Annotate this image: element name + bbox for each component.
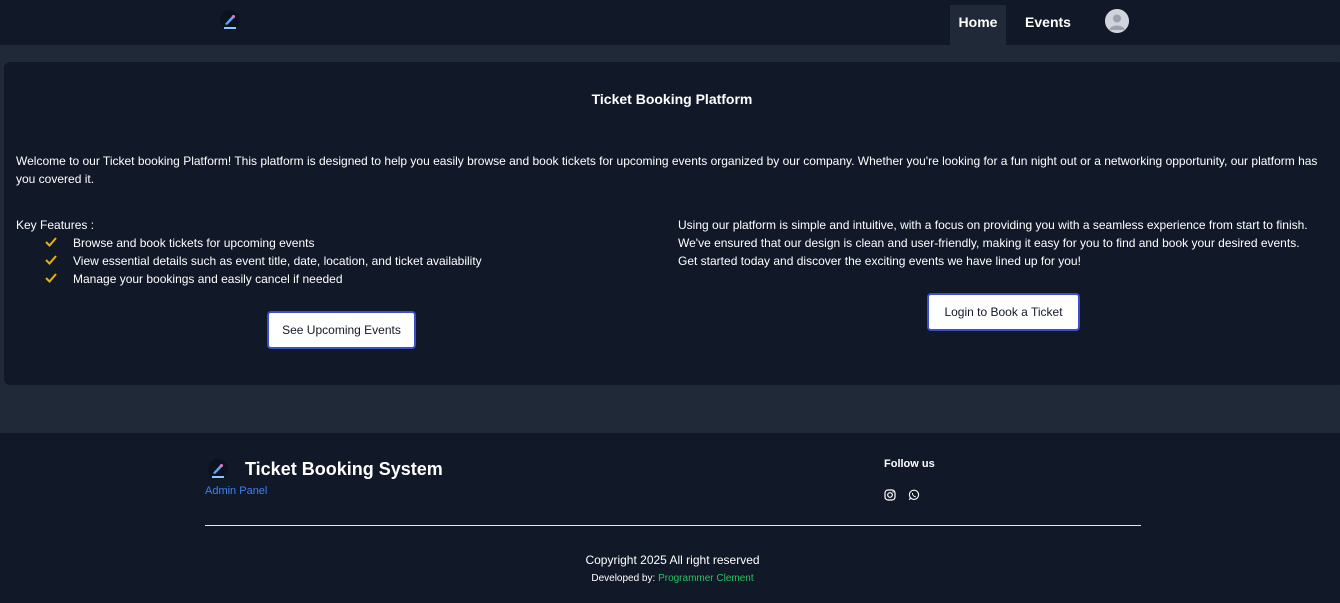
developed-by-label: Developed by: xyxy=(591,573,656,584)
rocket-logo-icon[interactable] xyxy=(219,9,241,31)
feature-item: Manage your bookings and easily cancel i… xyxy=(44,270,482,288)
hero-title: Ticket Booking Platform xyxy=(591,91,753,107)
platform-description: Using our platform is simple and intuiti… xyxy=(678,216,1328,270)
footer: Ticket Booking System Admin Panel Follow… xyxy=(0,433,1340,603)
check-icon xyxy=(45,237,57,247)
whatsapp-icon[interactable] xyxy=(908,489,920,501)
check-icon xyxy=(45,273,57,283)
instagram-icon[interactable] xyxy=(884,489,896,501)
nav-home-link[interactable]: Home xyxy=(950,5,1006,45)
check-icon xyxy=(45,255,57,265)
rocket-logo-icon xyxy=(208,459,228,479)
navbar: Home Events xyxy=(0,0,1340,45)
nav-events-link[interactable]: Events xyxy=(1020,5,1076,45)
footer-divider xyxy=(205,525,1141,526)
copyright-text: Copyright 2025 All right reserved xyxy=(585,553,760,567)
description-line: Get started today and discover the excit… xyxy=(678,254,1081,268)
description-line: Using our platform is simple and intuiti… xyxy=(678,218,1308,232)
features-label: Key Features : xyxy=(16,218,95,232)
user-avatar-icon[interactable] xyxy=(1105,9,1129,33)
description-line: We've ensured that our design is clean a… xyxy=(678,236,1300,250)
see-upcoming-events-button[interactable]: See Upcoming Events xyxy=(267,311,416,349)
feature-item: Browse and book tickets for upcoming eve… xyxy=(44,234,482,252)
hero-card: Ticket Booking Platform Welcome to our T… xyxy=(4,62,1340,385)
developer-name-link[interactable]: Programmer Clement xyxy=(658,573,754,584)
follow-us-label: Follow us xyxy=(884,458,935,470)
developer-credit: Developed by: Programmer Clement xyxy=(0,573,1340,584)
login-to-book-button[interactable]: Login to Book a Ticket xyxy=(927,293,1080,331)
footer-brand-title: Ticket Booking System xyxy=(245,459,443,479)
feature-text: Browse and book tickets for upcoming eve… xyxy=(73,236,315,250)
feature-text: Manage your bookings and easily cancel i… xyxy=(73,272,343,286)
feature-list: Browse and book tickets for upcoming eve… xyxy=(44,234,482,288)
feature-text: View essential details such as event tit… xyxy=(73,254,482,268)
intro-paragraph: Welcome to our Ticket booking Platform! … xyxy=(16,154,1318,186)
admin-panel-link[interactable]: Admin Panel xyxy=(205,485,267,497)
feature-item: View essential details such as event tit… xyxy=(44,252,482,270)
